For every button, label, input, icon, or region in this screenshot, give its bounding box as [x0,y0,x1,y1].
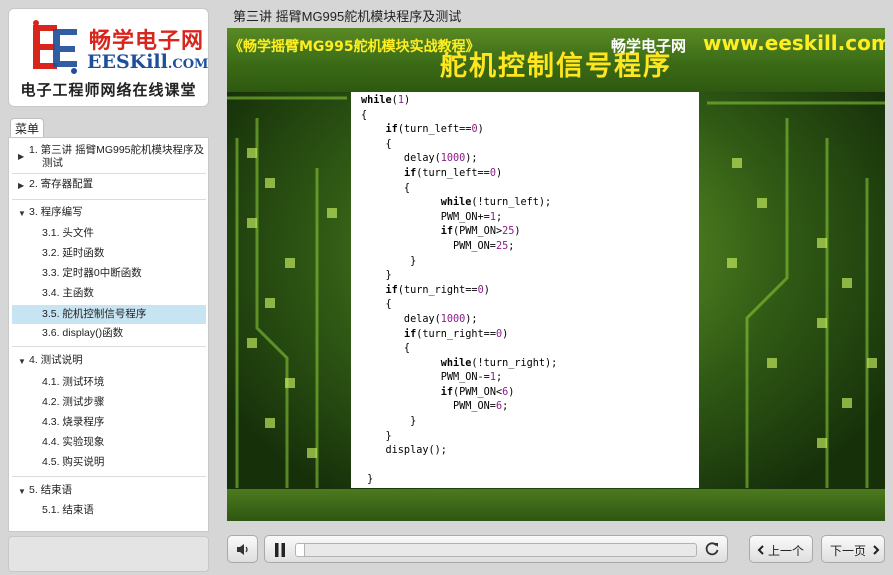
chevron-down-icon: ▼ [18,357,26,366]
brand-name-en-main: EESKill [87,51,168,73]
chevron-down-icon: ▼ [18,487,26,496]
menu-subitem-label: 3.6. display()函数 [42,327,124,339]
menu-divider [12,476,206,477]
slide-title: 第三讲 摇臂MG995舵机模块程序及测试 [233,9,462,24]
menu-subitem-3-2[interactable]: 3.2. 延时函数 [12,246,206,262]
menu-item-label: 1. 第三讲 摇臂MG995舵机模块程序及 [29,144,205,156]
menu-subitem-label: 4.4. 实验现象 [42,436,105,448]
code-panel: while(1) { if(turn_left==0) { delay(1000… [351,92,699,488]
sidebar-footer [8,536,209,572]
menu-item-5[interactable]: ▼ 5. 结束语 [12,484,206,498]
footer-url: www.eeskill.com [703,31,885,55]
progress-slider[interactable] [295,543,697,557]
speaker-icon [237,544,248,555]
menu-subitem-3-5-active[interactable]: 3.5. 舵机控制信号程序 [12,305,206,324]
next-button[interactable]: 下一页 [821,535,885,563]
menu-divider [12,346,206,347]
chevron-right-icon: ▶ [18,181,25,190]
menu-subitem-4-4[interactable]: 4.4. 实验现象 [12,435,206,451]
slide-stage: 舵机控制信号程序 while(1) { if(turn_left==0) { d… [227,28,885,521]
eeskill-logo-icon [33,20,77,74]
menu-subitem-3-3[interactable]: 3.3. 定时器0中断函数 [12,266,206,282]
menu-item-4[interactable]: ▼ 4. 测试说明 [12,354,206,368]
menu-item-label: 4. 测试说明 [29,354,83,366]
brand-tagline: 电子工程师网络在线课堂 [20,82,197,99]
brand-name-en-domain: .COM [167,57,209,72]
menu-subitem-label: 4.3. 烧录程序 [42,416,105,428]
menu-subitem-4-5[interactable]: 4.5. 购买说明 [12,455,206,471]
menu-subitem-label: 3.1. 头文件 [42,227,94,239]
menu-subitem-3-4[interactable]: 3.4. 主函数 [12,286,206,302]
menu-subitem-label: 4.5. 购买说明 [42,456,105,468]
replay-icon[interactable] [704,541,720,557]
menu-item-label: 5. 结束语 [29,484,73,496]
menu-subitem-label: 5.1. 结束语 [42,504,94,516]
menu-item-1[interactable]: ▶ 1. 第三讲 摇臂MG995舵机模块程序及 测试 [12,143,206,171]
menu-panel: ▶ 1. 第三讲 摇臂MG995舵机模块程序及 测试 ▶ 2. 寄存器配置 ▼ … [8,137,209,532]
menu-subitem-label: 4.2. 测试步骤 [42,396,105,408]
menu-item-3[interactable]: ▼ 3. 程序编写 [12,206,206,220]
pause-icon[interactable] [274,543,286,557]
menu-subitem-label: 3.4. 主函数 [42,287,94,299]
chevron-left-icon [757,545,764,555]
code-listing: while(1) { if(turn_left==0) { delay(1000… [361,95,558,486]
prev-button-label: 上一个 [768,544,805,558]
menu-subitem-4-1[interactable]: 4.1. 测试环境 [12,375,206,391]
menu-item-label-cont: 测试 [42,157,63,169]
menu-divider [12,199,206,200]
menu-subitem-3-6[interactable]: 3.6. display()函数 [12,326,206,342]
next-button-label: 下一页 [830,544,867,558]
menu-subitem-4-3[interactable]: 4.3. 烧录程序 [12,415,206,431]
chevron-right-icon: ▶ [18,152,25,161]
progress-fill [296,544,305,556]
menu-subitem-5-1[interactable]: 5.1. 结束语 [12,503,206,519]
menu-subitem-4-2[interactable]: 4.2. 测试步骤 [12,395,206,411]
menu-item-label: 2. 寄存器配置 [29,178,94,190]
volume-button[interactable] [227,535,258,563]
chevron-down-icon: ▼ [18,209,26,218]
menu-subitem-label: 3.5. 舵机控制信号程序 [42,308,147,320]
menu-tab[interactable]: 菜单 [10,118,44,138]
menu-item-2[interactable]: ▶ 2. 寄存器配置 [12,178,206,192]
menu-item-label: 3. 程序编写 [29,206,83,218]
brand-name-en: EESKill.COM [87,51,208,73]
footer-brand-cn: 畅学电子网 [611,38,687,55]
menu-subitem-label: 3.3. 定时器0中断函数 [42,267,142,279]
menu-subitem-label: 4.1. 测试环境 [42,376,105,388]
prev-button[interactable]: 上一个 [749,535,813,563]
menu-subitem-3-1[interactable]: 3.1. 头文件 [12,226,206,242]
menu-divider [12,173,206,174]
course-title: 《畅学摇臂MG995舵机模块实战教程》 [229,39,480,55]
player-controls: 上一个 下一页 [227,532,885,568]
slide-footer [227,489,885,521]
chevron-right-icon [873,545,880,555]
playback-bar [264,535,728,563]
menu-subitem-label: 3.2. 延时函数 [42,247,105,259]
logo-panel: 畅学电子网 EESKill.COM 电子工程师网络在线课堂 [8,8,209,107]
